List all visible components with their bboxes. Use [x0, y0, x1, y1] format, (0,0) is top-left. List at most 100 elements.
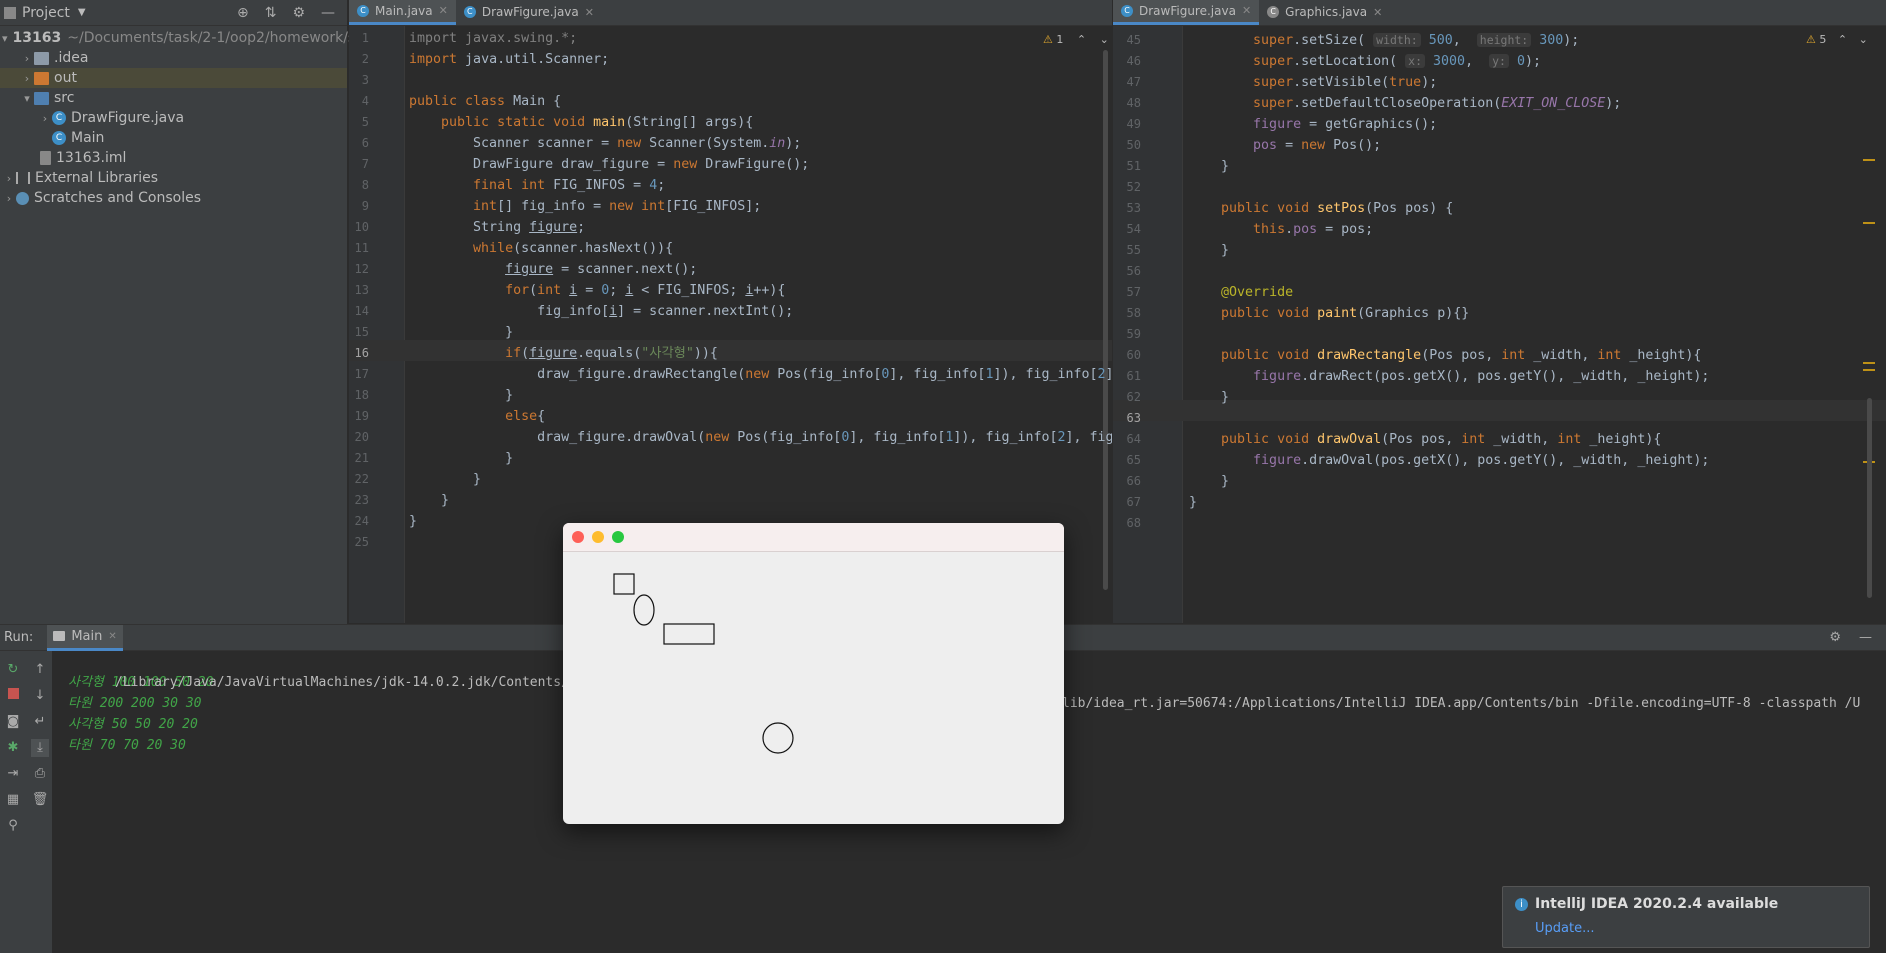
code-line: Scanner scanner = new Scanner(System.in)… [409, 136, 802, 151]
run-label: Run: [4, 630, 34, 645]
arrow-down-icon[interactable]: ↓ [31, 687, 49, 705]
chevron-right-icon[interactable]: › [20, 72, 34, 85]
tree-item-src[interactable]: ▾ src [0, 88, 347, 108]
scratches-icon [16, 191, 29, 205]
line-number: 16 [354, 346, 369, 360]
code-line: public void setPos(Pos pos) { [1221, 201, 1454, 216]
trash-icon[interactable]: 🗑 [31, 791, 49, 809]
locate-icon[interactable]: ⊕ [237, 5, 249, 21]
chevron-right-icon[interactable]: › [38, 112, 52, 125]
run-tab-label: Main [71, 628, 103, 644]
gear-icon[interactable]: ⚙ [1829, 630, 1841, 645]
layout-icon[interactable]: ▦ [4, 791, 22, 809]
tab-drawfigure-java[interactable]: C DrawFigure.java ✕ [456, 0, 602, 25]
project-header: Project ▼ ⊕ ⇅ ⚙ — [0, 0, 347, 26]
arrow-up-icon[interactable]: ↑ [31, 661, 49, 679]
line-number: 1 [361, 31, 369, 45]
line-number: 50 [1126, 138, 1141, 152]
code-line: int[] fig_info = new int[FIG_INFOS]; [473, 199, 762, 214]
chevron-right-icon[interactable]: › [20, 52, 34, 65]
close-icon[interactable]: ✕ [585, 6, 594, 19]
minimize-icon[interactable]: — [1859, 630, 1872, 645]
camera-icon[interactable]: ◙ [4, 713, 22, 731]
tree-item-scratches[interactable]: › Scratches and Consoles [0, 188, 347, 208]
line-number: 48 [1126, 96, 1141, 110]
right-editor-tabs: C DrawFigure.java ✕ C Graphics.java ✕ [1113, 0, 1886, 26]
code-line: figure = getGraphics(); [1253, 117, 1438, 132]
java-frame-window[interactable] [563, 523, 1064, 824]
chevron-right-icon[interactable]: › [2, 172, 16, 185]
maximize-window-button[interactable] [612, 531, 624, 543]
tree-item-label: out [54, 70, 77, 86]
tree-item-out[interactable]: › out [0, 68, 347, 88]
collapse-icon[interactable]: ⇅ [265, 5, 277, 21]
console-command: /Library/Java/JavaVirtualMachines/jdk-14… [114, 675, 601, 690]
update-link[interactable]: Update... [1535, 921, 1594, 936]
chevron-down-icon[interactable]: ▼ [78, 7, 86, 18]
tree-item-main[interactable]: C Main [0, 128, 347, 148]
project-view-icon [4, 6, 16, 19]
chevron-down-icon[interactable]: ⌄ [1859, 33, 1868, 46]
tree-item-root[interactable]: ▾ 13163 ~/Documents/task/2-1/oop2/homewo… [0, 28, 371, 48]
tree-item-iml[interactable]: 13163.iml [0, 148, 347, 168]
scrollbar[interactable] [1867, 398, 1872, 598]
chevron-down-icon[interactable]: ▾ [20, 92, 34, 105]
tree-item-external-libraries[interactable]: › External Libraries [0, 168, 347, 188]
tree-item-drawfigure[interactable]: › C DrawFigure.java [0, 108, 347, 128]
code-line: } [409, 388, 514, 403]
class-icon: C [1121, 4, 1133, 17]
chevron-down-icon[interactable]: ▾ [2, 32, 8, 45]
line-number: 61 [1126, 369, 1141, 383]
scrollbar[interactable] [1103, 50, 1108, 590]
tab-graphics-java[interactable]: C Graphics.java ✕ [1259, 0, 1390, 25]
gear-icon[interactable]: ⚙ [292, 5, 305, 21]
scroll-to-end-icon[interactable]: ⤓ [31, 739, 49, 757]
chevron-up-icon[interactable]: ⌃ [1838, 33, 1847, 46]
code-line: super.setDefaultCloseOperation(EXIT_ON_C… [1253, 96, 1622, 111]
line-number: 62 [1126, 390, 1141, 404]
update-notification[interactable]: i IntelliJ IDEA 2020.2.4 available Updat… [1502, 886, 1870, 948]
chevron-right-icon[interactable]: › [2, 192, 16, 205]
code-line: super.setSize( width: 500, height: 300); [1253, 33, 1580, 48]
rerun-icon[interactable]: ↻ [4, 661, 22, 679]
close-icon[interactable]: ✕ [1242, 4, 1251, 17]
oval-shape [762, 722, 794, 754]
chevron-down-icon[interactable]: ⌄ [1100, 33, 1109, 46]
tree-item-idea[interactable]: › .idea [0, 48, 347, 68]
close-icon[interactable]: ✕ [108, 631, 116, 642]
line-number: 12 [354, 262, 369, 276]
warning-icon: ⚠ [1043, 33, 1053, 46]
line-number: 5 [361, 115, 369, 129]
inspection-widget[interactable]: ⚠ 1 ⌃ ⌄ [1043, 33, 1109, 46]
window-titlebar[interactable] [563, 523, 1064, 552]
line-number: 63 [1126, 411, 1141, 425]
code-line: pos = new Pos(); [1253, 138, 1382, 153]
code-line: public void drawRectangle(Pos pos, int _… [1221, 348, 1702, 363]
line-number: 19 [354, 409, 369, 423]
project-title[interactable]: Project [22, 5, 70, 21]
line-number: 52 [1126, 180, 1141, 194]
line-number: 17 [354, 367, 369, 381]
debug-icon[interactable]: ✱ [4, 739, 22, 757]
stop-icon[interactable] [4, 687, 22, 705]
tab-run-main[interactable]: Main ✕ [47, 624, 123, 651]
line-number: 21 [354, 451, 369, 465]
drawfigure-java-editor[interactable]: ⚠ 5 ⌃ ⌄ 44 //super();45 super.setSize( w… [1113, 26, 1886, 623]
info-icon: i [1515, 898, 1528, 911]
pin-icon[interactable]: ⚲ [4, 817, 22, 835]
minimize-icon[interactable]: — [321, 5, 335, 21]
minimize-window-button[interactable] [592, 531, 604, 543]
close-icon[interactable]: ✕ [439, 4, 448, 17]
code-line: import javax.swing.*; [409, 31, 578, 46]
close-icon[interactable]: ✕ [1373, 6, 1382, 19]
tab-drawfigure-java-right[interactable]: C DrawFigure.java ✕ [1113, 0, 1260, 25]
inspection-widget[interactable]: ⚠ 5 ⌃ ⌄ [1806, 33, 1868, 46]
wrap-icon[interactable]: ↵ [31, 713, 49, 731]
chevron-up-icon[interactable]: ⌃ [1077, 33, 1086, 46]
exit-icon[interactable]: ⇥ [4, 765, 22, 783]
line-number: 15 [354, 325, 369, 339]
tab-main-java[interactable]: C Main.java ✕ [349, 0, 456, 25]
line-number: 6 [361, 136, 369, 150]
close-window-button[interactable] [572, 531, 584, 543]
print-icon[interactable]: ⎙ [31, 765, 49, 783]
